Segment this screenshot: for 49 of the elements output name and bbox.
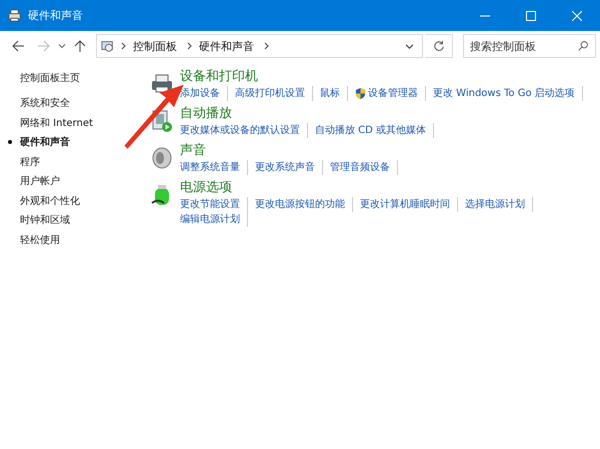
speaker-icon: [150, 146, 174, 170]
breadcrumb-item[interactable]: 控制面板: [133, 38, 177, 54]
chevron-icon[interactable]: [121, 42, 127, 50]
link[interactable]: 编辑电源计划: [180, 212, 248, 227]
sidebar-item[interactable]: 系统和安全: [20, 96, 70, 110]
sidebar-item[interactable]: 用户帐户: [20, 174, 60, 188]
link[interactable]: 更改电源按钮的功能: [255, 197, 353, 212]
sidebar-item[interactable]: 程序: [20, 154, 40, 169]
link[interactable]: 更改系统声音: [255, 160, 323, 175]
link[interactable]: 设备管理器: [355, 86, 426, 101]
link[interactable]: 更改计算机睡眠时间: [360, 197, 458, 212]
back-arrow-icon[interactable]: [11, 39, 25, 53]
category-title-link[interactable]: 自动播放: [180, 105, 232, 123]
category-title-link[interactable]: 设备和打印机: [180, 68, 258, 86]
shield-icon: [355, 87, 366, 100]
close-icon: [572, 10, 582, 20]
printer-icon: [7, 8, 22, 23]
link[interactable]: 更改媒体或设备的默认设置: [180, 123, 308, 138]
window-title: 硬件和声音: [28, 8, 84, 23]
link[interactable]: 更改节能设置: [180, 197, 248, 212]
category-title-link[interactable]: 电源选项: [180, 179, 232, 197]
sidebar-item[interactable]: 网络和 Internet: [20, 116, 93, 130]
link[interactable]: 选择电源计划: [465, 197, 533, 212]
search-icon: [578, 40, 589, 51]
search-field[interactable]: 搜索控制面板: [463, 34, 596, 58]
address-bar[interactable]: 控制面板 硬件和声音: [96, 34, 423, 58]
link[interactable]: 高级打印机设置: [235, 86, 313, 101]
maximize-icon: [526, 10, 536, 20]
link[interactable]: 鼠标: [320, 86, 348, 101]
chevron-icon[interactable]: [264, 42, 270, 50]
sidebar-item[interactable]: 轻松使用: [20, 232, 60, 247]
caret-icon[interactable]: [58, 42, 66, 50]
sidebar-item[interactable]: 外观和个性化: [20, 194, 80, 208]
chevron-icon[interactable]: [187, 42, 193, 50]
up-arrow-icon[interactable]: [73, 39, 87, 53]
category-title-link[interactable]: 声音: [180, 142, 206, 160]
link[interactable]: 管理音频设备: [330, 160, 398, 175]
bullet-icon: [8, 140, 12, 144]
refresh-icon: [432, 40, 444, 52]
link[interactable]: 自动播放 CD 或其他媒体: [315, 123, 434, 138]
refresh-button[interactable]: [425, 34, 453, 58]
breadcrumb-item[interactable]: 硬件和声音: [199, 38, 254, 54]
sidebar-item[interactable]: 控制面板主页: [20, 70, 80, 85]
control-panel-icon: [101, 39, 115, 53]
link[interactable]: 更改 Windows To Go 启动选项: [433, 86, 583, 101]
sidebar-item[interactable]: 时钟和区域: [20, 213, 70, 228]
dropdown-icon[interactable]: [405, 42, 414, 50]
link[interactable]: 调整系统音量: [180, 160, 248, 175]
sidebar-item[interactable]: 硬件和声音: [20, 135, 70, 150]
